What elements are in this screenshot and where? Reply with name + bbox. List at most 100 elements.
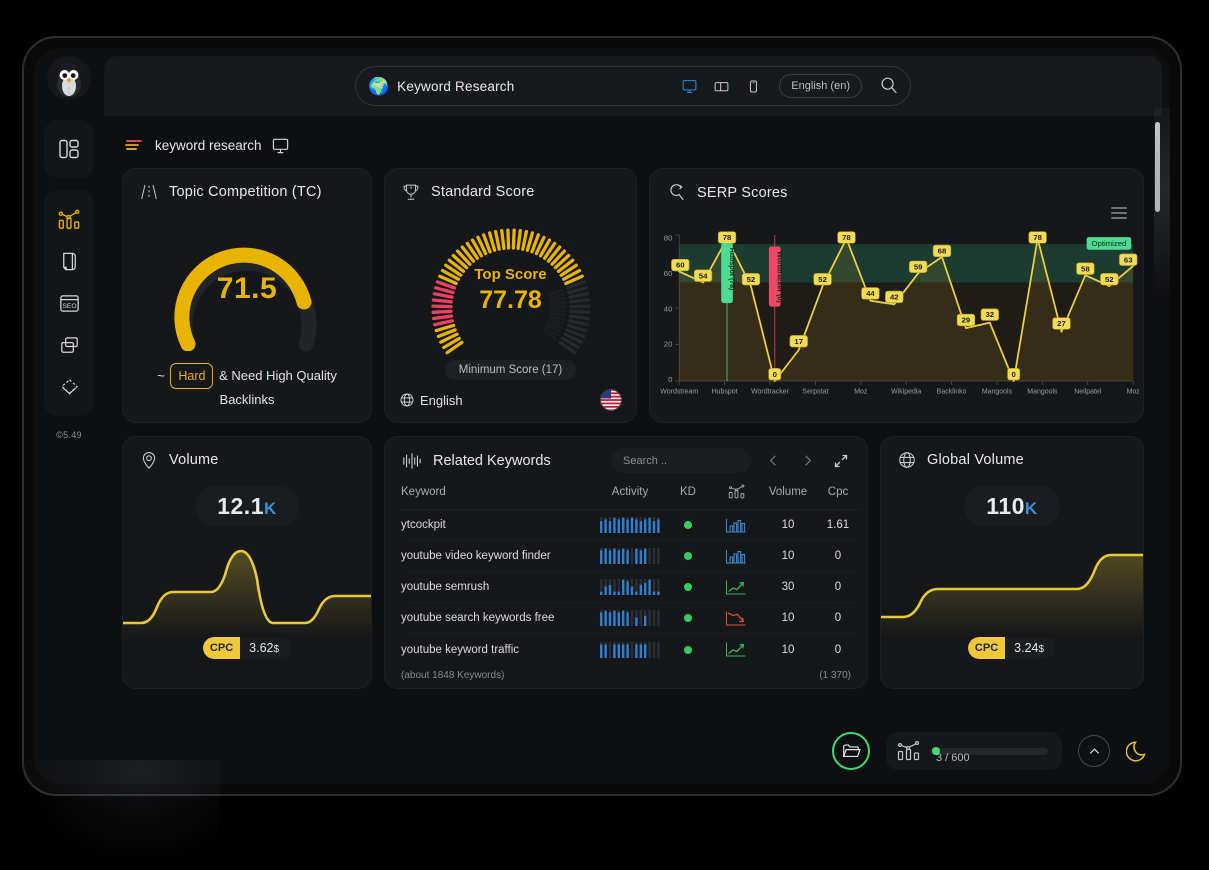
table-row[interactable]: ytcockpit101.61 xyxy=(401,510,861,541)
device-toggle-desktop[interactable] xyxy=(677,75,701,97)
document-icon xyxy=(58,250,81,273)
topbar-title: Keyword Research xyxy=(397,79,669,94)
svg-text:Backlinko: Backlinko xyxy=(937,389,967,396)
chevron-right-icon xyxy=(800,453,815,468)
volume-sparkline xyxy=(123,539,371,637)
language-label: English xyxy=(399,392,463,408)
device-toggle-tablet[interactable] xyxy=(709,75,733,97)
folder-icon xyxy=(841,741,861,761)
cell-activity xyxy=(595,641,665,659)
cards-row-bottom: Volume 12.1K xyxy=(122,436,1144,689)
svg-text:Hubspot: Hubspot xyxy=(712,389,738,396)
kd-dot xyxy=(684,646,692,654)
sidebar-item-document[interactable] xyxy=(48,240,90,282)
topbar-search-pill[interactable]: 🌍 Keyword Research xyxy=(355,66,911,106)
svg-text:54: 54 xyxy=(699,271,708,280)
svg-text:Moz: Moz xyxy=(1127,389,1139,396)
svg-text:58: 58 xyxy=(1081,264,1090,273)
search-button[interactable] xyxy=(878,75,900,97)
serp-chart[interactable]: 020406080WordstreamHubspotWordtrackerSer… xyxy=(654,225,1139,407)
svg-text:27: 27 xyxy=(1057,319,1066,328)
card-title: Global Volume xyxy=(927,452,1024,468)
kd-dot xyxy=(684,552,692,560)
card-title: Standard Score xyxy=(431,184,535,200)
main-content: 🌍 Keyword Research xyxy=(104,48,1170,784)
svg-text:29: 29 xyxy=(962,316,971,325)
cell-cpc: 0 xyxy=(815,612,861,624)
prev-page-button[interactable] xyxy=(761,449,785,473)
sidebar-item-layers[interactable] xyxy=(48,324,90,366)
sidebar-group-tools: SEO xyxy=(44,190,94,416)
related-keywords-table: Keyword Activity KD xyxy=(385,483,867,665)
svg-text:Wordtracker (0): Wordtracker (0) xyxy=(776,251,783,302)
cell-kd xyxy=(665,614,711,622)
topbar: 🌍 Keyword Research xyxy=(104,56,1162,116)
dark-mode-toggle[interactable] xyxy=(1126,738,1152,764)
cell-keyword: youtube keyword traffic xyxy=(401,644,595,656)
device-toggle-mobile[interactable] xyxy=(741,75,765,97)
sidebar-item-seo[interactable]: SEO xyxy=(48,282,90,324)
cell-kd xyxy=(665,521,711,529)
svg-text:52: 52 xyxy=(747,275,756,284)
volume-card: Volume 12.1K xyxy=(122,436,372,689)
global-volume-cpc-badge: CPC 3.24$ xyxy=(968,637,1056,659)
global-volume-value-pill: 110K xyxy=(964,486,1059,527)
related-keywords-card: Related Keywords Search .. xyxy=(384,436,868,689)
sidebar-group-primary xyxy=(44,120,94,178)
scrollbar-track[interactable] xyxy=(1155,122,1160,784)
serp-search-icon xyxy=(666,182,687,203)
card-title: Topic Competition (TC) xyxy=(169,184,322,200)
caption-suffix: & Need High Quality Backlinks xyxy=(219,368,337,407)
usage-text: 3 / 600 xyxy=(936,752,970,764)
column-keyword: Keyword xyxy=(401,486,595,498)
cards-row-top: Topic Competition (TC) 71.5 ~ Hard xyxy=(122,168,1144,423)
table-row[interactable]: youtube video keyword finder100 xyxy=(401,541,861,572)
svg-text:0: 0 xyxy=(1012,370,1016,379)
mobile-icon xyxy=(745,78,762,95)
keyword-search-input[interactable]: Search .. xyxy=(611,448,751,473)
standard-score-value: 77.78 xyxy=(411,286,611,315)
svg-text:0: 0 xyxy=(668,375,672,384)
cell-keyword: ytcockpit xyxy=(401,519,595,531)
penguin-avatar-icon xyxy=(49,58,89,98)
next-page-button[interactable] xyxy=(795,449,819,473)
sidebar-item-dashboard[interactable] xyxy=(48,128,90,170)
sidebar-item-analytics[interactable] xyxy=(48,198,90,240)
svg-text:59: 59 xyxy=(914,262,923,271)
cell-keyword: youtube video keyword finder xyxy=(401,550,595,562)
table-row[interactable]: youtube semrush300 xyxy=(401,572,861,603)
trend-down-icon xyxy=(725,610,747,627)
expand-button[interactable] xyxy=(829,449,853,473)
svg-text:68: 68 xyxy=(938,247,947,256)
cpc-value: 3.62$ xyxy=(240,641,291,655)
table-row[interactable]: youtube search keywords free100 xyxy=(401,603,861,634)
search-icon xyxy=(878,75,900,97)
folder-button[interactable] xyxy=(832,732,870,770)
cell-cpc: 0 xyxy=(815,581,861,593)
globe-icon xyxy=(399,392,415,408)
hamburger-menu-icon[interactable] xyxy=(1111,207,1127,219)
svg-text:52: 52 xyxy=(818,275,827,284)
tick-gauge xyxy=(411,208,611,360)
svg-text:44: 44 xyxy=(866,289,875,298)
svg-text:17: 17 xyxy=(794,337,803,346)
moon-icon xyxy=(1126,738,1152,764)
scrollbar-thumb[interactable] xyxy=(1155,122,1160,212)
cell-kd xyxy=(665,583,711,591)
scroll-top-button[interactable] xyxy=(1078,735,1110,767)
language-selector[interactable]: English (en) xyxy=(779,74,862,98)
table-row[interactable]: youtube keyword traffic100 xyxy=(401,634,861,665)
svg-text:Mangools: Mangools xyxy=(1027,389,1058,396)
avatar[interactable] xyxy=(47,56,91,100)
svg-text:60: 60 xyxy=(664,269,673,278)
trend-up-icon xyxy=(725,641,747,658)
chevron-left-icon xyxy=(766,453,781,468)
cpc-tag: CPC xyxy=(968,637,1005,659)
svg-text:40: 40 xyxy=(664,304,673,313)
serp-chart-labels: 020406080WordstreamHubspotWordtrackerSer… xyxy=(654,225,1139,407)
standard-score-card: Standard Score Top Score 77.78 Minimum S… xyxy=(384,168,637,423)
usage-meter[interactable]: 3 / 600 xyxy=(886,732,1062,770)
card-title: Related Keywords xyxy=(433,453,551,469)
sidebar-item-diamond[interactable] xyxy=(48,366,90,408)
cell-activity xyxy=(595,516,665,534)
